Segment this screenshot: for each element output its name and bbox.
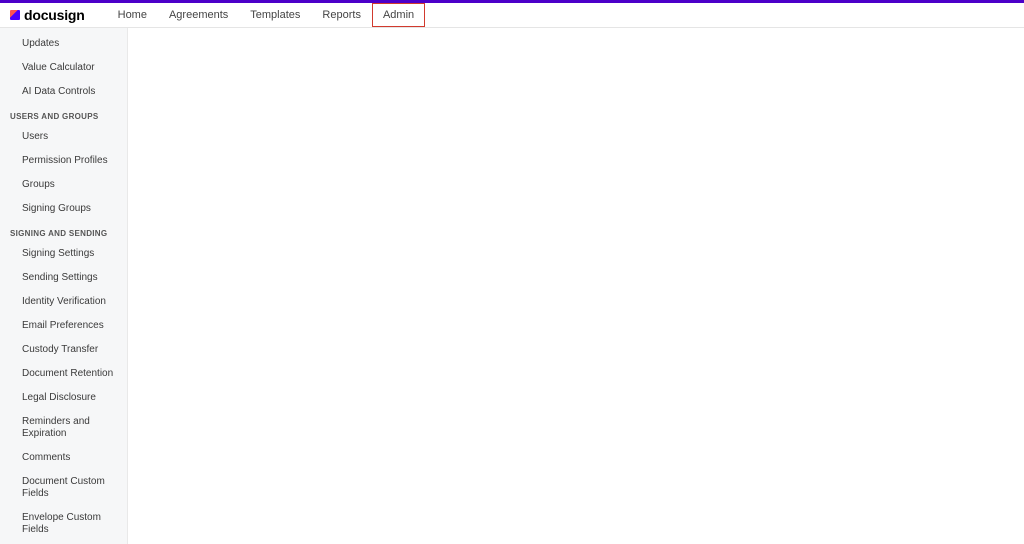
sidebar-item-signing-settings[interactable]: Signing Settings [0,242,127,266]
sidebar-item-ai-data-controls[interactable]: AI Data Controls [0,80,127,104]
sidebar-item-custody-transfer[interactable]: Custody Transfer [0,338,127,362]
sidebar-item-email-preferences[interactable]: Email Preferences [0,314,127,338]
nav-agreements[interactable]: Agreements [158,3,239,27]
nav-admin[interactable]: Admin [372,3,425,27]
sidebar-item-comments[interactable]: Comments [0,446,127,470]
sidebar-section-users-and-groups: USERS AND GROUPS [0,104,127,125]
main-content [128,28,1024,544]
sidebar-item-document-custom-fields[interactable]: Document Custom Fields [0,470,127,506]
sidebar-item-identity-verification[interactable]: Identity Verification [0,290,127,314]
sidebar-item-reminders-and-expiration[interactable]: Reminders and Expiration [0,410,127,446]
brand-logo[interactable]: docusign [10,7,85,23]
sidebar-item-permission-profiles[interactable]: Permission Profiles [0,149,127,173]
nav-home[interactable]: Home [107,3,158,27]
sidebar-item-legal-disclosure[interactable]: Legal Disclosure [0,386,127,410]
sidebar-item-users[interactable]: Users [0,125,127,149]
sidebar-item-sending-settings[interactable]: Sending Settings [0,266,127,290]
brand-name: docusign [24,7,85,23]
sidebar-item-updates[interactable]: Updates [0,32,127,56]
sidebar-item-envelope-custom-fields[interactable]: Envelope Custom Fields [0,506,127,542]
top-nav: Home Agreements Templates Reports Admin [107,3,426,27]
sidebar-item-value-calculator[interactable]: Value Calculator [0,56,127,80]
sidebar-item-signing-groups[interactable]: Signing Groups [0,197,127,221]
header: docusign Home Agreements Templates Repor… [0,3,1024,28]
logo-mark-icon [10,10,20,20]
sidebar-item-document-retention[interactable]: Document Retention [0,362,127,386]
sidebar-item-groups[interactable]: Groups [0,173,127,197]
sidebar: Updates Value Calculator AI Data Control… [0,28,128,544]
body: Updates Value Calculator AI Data Control… [0,28,1024,544]
nav-templates[interactable]: Templates [239,3,311,27]
sidebar-section-signing-and-sending: SIGNING AND SENDING [0,221,127,242]
nav-reports[interactable]: Reports [311,3,372,27]
